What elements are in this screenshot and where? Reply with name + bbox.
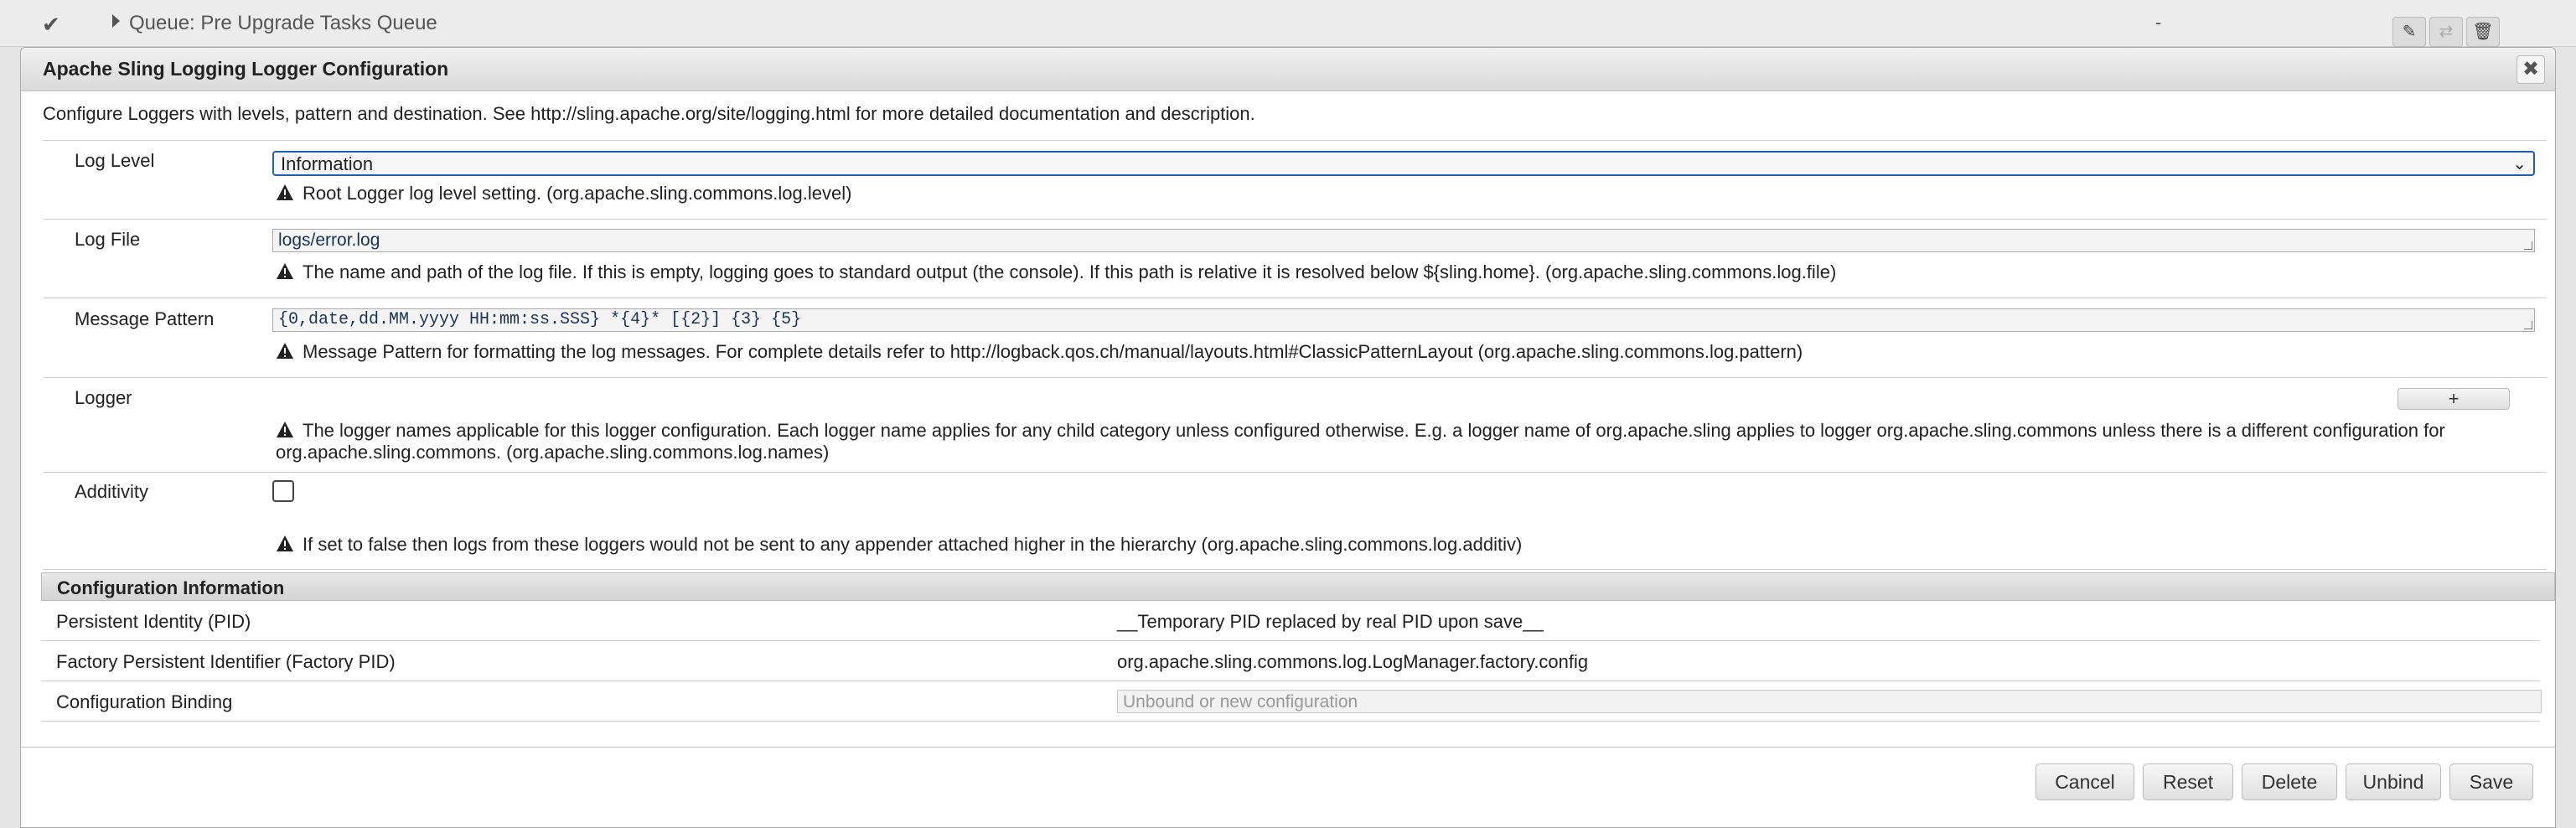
queue-label: Queue: Pre Upgrade Tasks Queue bbox=[129, 12, 437, 34]
logger-help: The logger names applicable for this log… bbox=[276, 420, 2543, 463]
log-file-help-text: The name and path of the log file. If th… bbox=[303, 261, 1837, 282]
log-level-value: Information bbox=[281, 153, 374, 174]
reset-button[interactable]: Reset bbox=[2143, 763, 2233, 800]
footer-divider bbox=[21, 747, 2555, 748]
additivity-help: If set to false then logs from these log… bbox=[276, 534, 2543, 556]
additivity-checkbox[interactable] bbox=[272, 480, 294, 502]
dialog-description: Configure Loggers with levels, pattern a… bbox=[43, 103, 1255, 124]
factory-pid-label: Factory Persistent Identifier (Factory P… bbox=[56, 651, 396, 672]
message-pattern-help: Message Pattern for formatting the log m… bbox=[276, 341, 2543, 363]
binding-label: Configuration Binding bbox=[56, 691, 233, 712]
log-level-help: Root Logger log level setting. (org.apac… bbox=[276, 183, 2543, 204]
log-file-help: The name and path of the log file. If th… bbox=[276, 261, 2543, 283]
pid-row: Persistent Identity (PID) __Temporary PI… bbox=[41, 601, 2540, 641]
log-file-label: Log File bbox=[75, 229, 141, 250]
trash-icon[interactable]: 🗑 bbox=[2466, 17, 2500, 47]
warning-icon bbox=[277, 184, 293, 200]
divider bbox=[43, 140, 2547, 141]
log-level-select[interactable]: Information ⌄ bbox=[272, 151, 2535, 176]
additivity-help-text: If set to false then logs from these log… bbox=[303, 534, 1523, 555]
add-logger-button[interactable]: + bbox=[2398, 388, 2510, 410]
warning-icon bbox=[277, 422, 293, 437]
edit-icon[interactable]: ✎ bbox=[2392, 17, 2426, 47]
queue-row: ✔ Queue: Pre Upgrade Tasks Queue - ✎ ⇄ 🗑 bbox=[0, 0, 2576, 47]
logger-help-text: The logger names applicable for this log… bbox=[276, 420, 2445, 463]
binding-field[interactable]: Unbound or new configuration bbox=[1117, 690, 2542, 713]
cancel-button[interactable]: Cancel bbox=[2035, 763, 2134, 800]
logger-config-dialog: Apache Sling Logging Logger Configuratio… bbox=[20, 47, 2556, 828]
divider bbox=[43, 377, 2547, 378]
message-pattern-value: {0,date,dd.MM.yyyy HH:mm:ss.SSS} *{4}* [… bbox=[278, 310, 802, 329]
additivity-label: Additivity bbox=[75, 481, 149, 502]
unbind-button[interactable]: Unbind bbox=[2346, 763, 2441, 800]
save-button[interactable]: Save bbox=[2449, 763, 2533, 800]
divider bbox=[43, 472, 2547, 473]
warning-icon bbox=[277, 343, 293, 359]
logger-label: Logger bbox=[75, 387, 132, 408]
resize-handle-icon[interactable] bbox=[2524, 321, 2532, 329]
swap-icon[interactable]: ⇄ bbox=[2429, 17, 2463, 47]
pid-value: __Temporary PID replaced by real PID upo… bbox=[1117, 611, 1544, 632]
warning-icon bbox=[277, 263, 293, 279]
message-pattern-help-text: Message Pattern for formatting the log m… bbox=[303, 341, 1803, 362]
factory-pid-value: org.apache.sling.commons.log.LogManager.… bbox=[1117, 651, 1589, 672]
dialog-title: Apache Sling Logging Logger Configuratio… bbox=[43, 58, 449, 80]
divider bbox=[43, 569, 2547, 570]
log-level-label: Log Level bbox=[75, 150, 155, 171]
chevron-down-icon: ⌄ bbox=[2512, 155, 2527, 173]
dialog-titlebar: Apache Sling Logging Logger Configuratio… bbox=[21, 48, 2555, 91]
config-info-heading: Configuration Information bbox=[41, 572, 2555, 601]
resize-handle-icon[interactable] bbox=[2524, 241, 2532, 250]
expand-triangle-icon[interactable] bbox=[112, 14, 120, 28]
delete-button[interactable]: Delete bbox=[2242, 763, 2337, 800]
close-icon[interactable]: ✖ bbox=[2517, 55, 2545, 84]
pid-label: Persistent Identity (PID) bbox=[56, 611, 251, 632]
message-pattern-field[interactable]: {0,date,dd.MM.yyyy HH:mm:ss.SSS} *{4}* [… bbox=[272, 308, 2535, 332]
binding-row: Configuration Binding Unbound or new con… bbox=[41, 681, 2542, 722]
log-file-value: logs/error.log bbox=[278, 230, 380, 250]
factory-pid-row: Factory Persistent Identifier (Factory P… bbox=[41, 641, 2540, 681]
log-file-field[interactable]: logs/error.log bbox=[272, 229, 2535, 252]
warning-icon bbox=[277, 536, 293, 551]
queue-status: - bbox=[2155, 12, 2162, 33]
message-pattern-label: Message Pattern bbox=[75, 308, 215, 329]
divider bbox=[43, 219, 2547, 220]
log-level-help-text: Root Logger log level setting. (org.apac… bbox=[303, 183, 852, 204]
check-icon: ✔ bbox=[42, 12, 60, 37]
